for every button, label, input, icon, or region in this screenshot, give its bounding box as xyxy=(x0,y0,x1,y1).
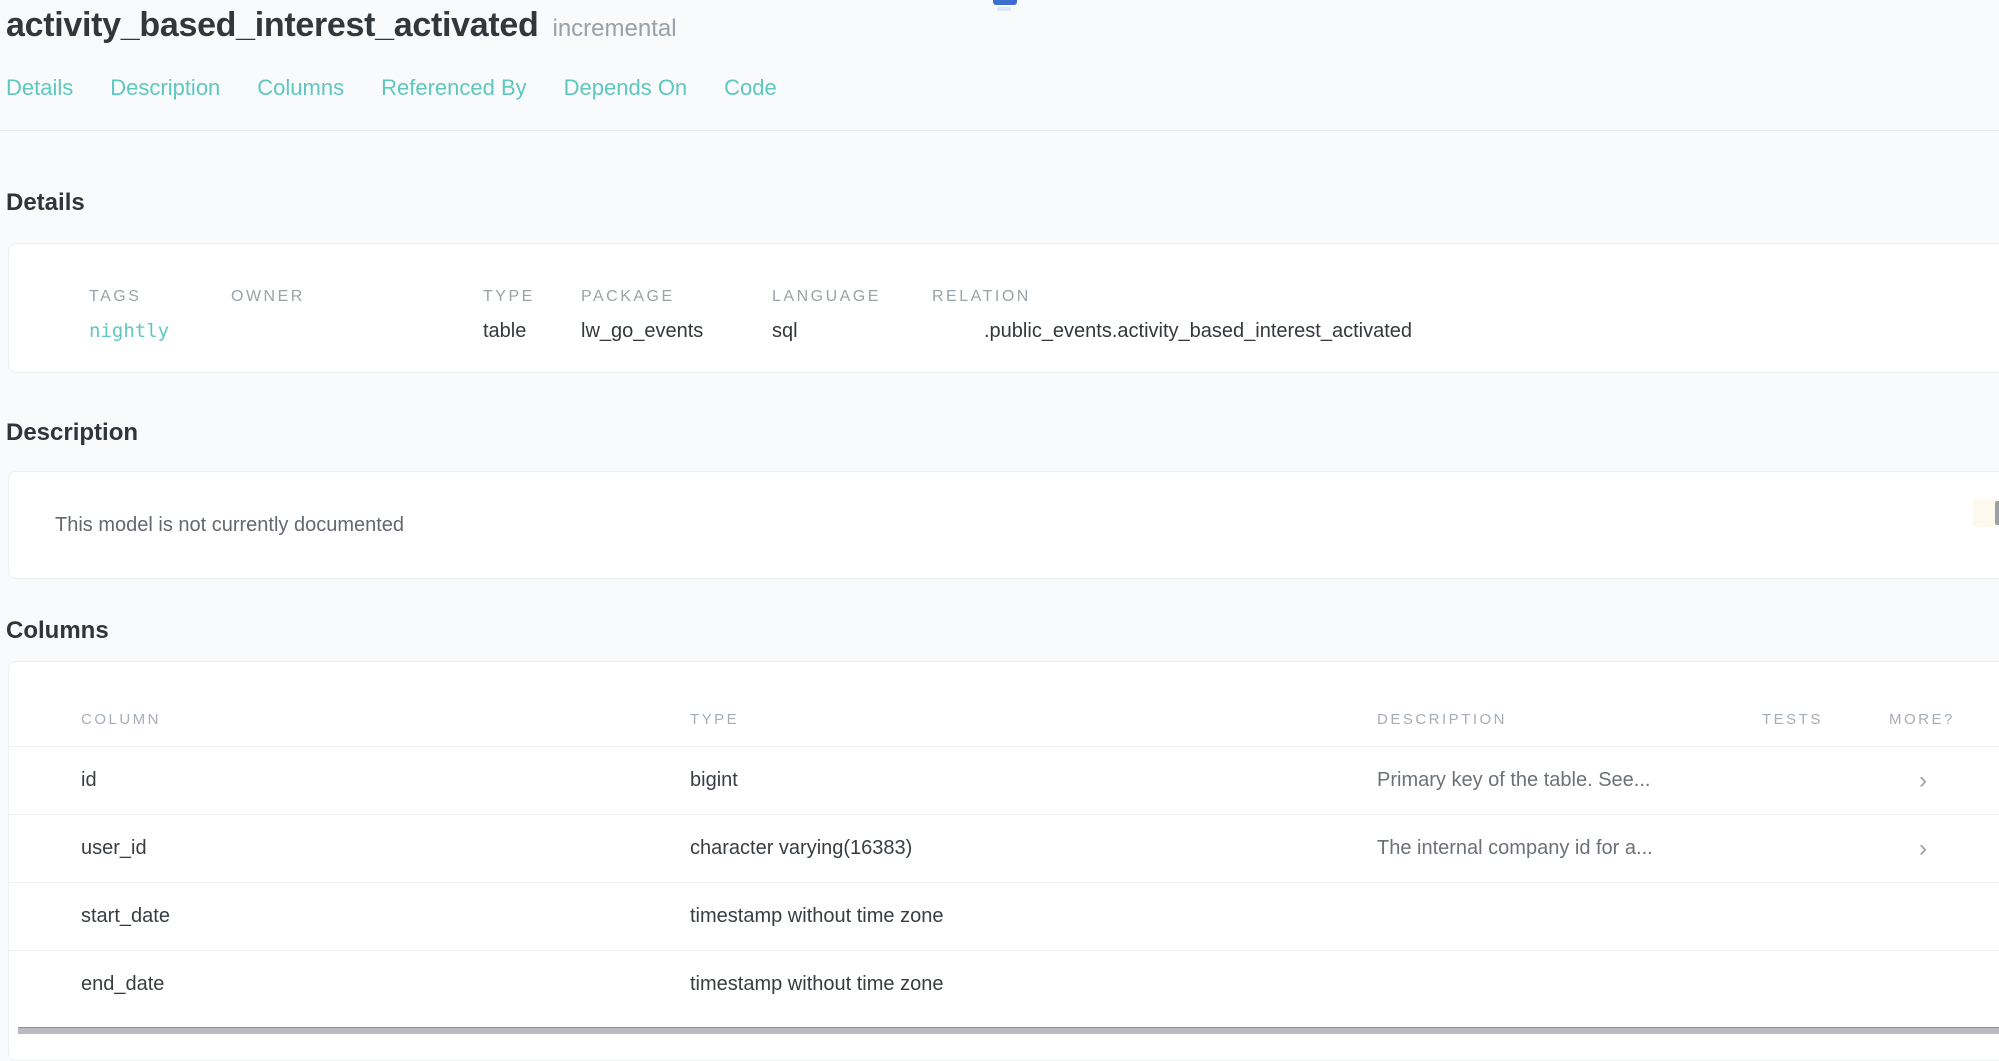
column-header-column: COLUMN xyxy=(81,710,690,730)
nav-link-details[interactable]: Details xyxy=(6,75,73,101)
tag-link-nightly[interactable]: nightly xyxy=(89,319,231,343)
clipped-link-icon[interactable] xyxy=(993,0,1017,5)
column-header-description: DESCRIPTION xyxy=(1377,710,1762,730)
nav-link-depends-on[interactable]: Depends On xyxy=(564,75,688,101)
table-row-id[interactable]: id bigint Primary key of the table. See.… xyxy=(9,746,1999,814)
materialization-badge: incremental xyxy=(553,15,677,42)
detail-label: TAGS xyxy=(89,288,231,306)
nav-link-code[interactable]: Code xyxy=(724,75,777,101)
column-header-more: MORE? xyxy=(1889,710,1999,730)
cell-column-name: start_date xyxy=(81,905,690,928)
row-expand-chevron-icon[interactable]: › xyxy=(1889,771,1999,791)
table-row-start-date[interactable]: start_date timestamp without time zone xyxy=(9,882,1999,950)
columns-card: COLUMN TYPE DESCRIPTION TESTS MORE? id b… xyxy=(8,661,1999,1061)
relation-value: .public_events.activity_based_interest_a… xyxy=(984,319,1999,343)
detail-label: RELATION xyxy=(932,288,1999,306)
nav-link-description[interactable]: Description xyxy=(110,75,220,101)
nav-link-columns[interactable]: Columns xyxy=(257,75,344,101)
detail-field-package: PACKAGE lw_go_events xyxy=(581,288,772,372)
page-title: activity_based_interest_activated xyxy=(6,6,539,44)
row-expand-chevron-icon[interactable]: › xyxy=(1889,839,1999,859)
cell-type: timestamp without time zone xyxy=(690,905,1377,928)
details-section-heading: Details xyxy=(6,189,1999,217)
detail-value: lw_go_events xyxy=(581,319,772,343)
detail-value: table xyxy=(483,319,581,343)
detail-label: PACKAGE xyxy=(581,288,772,306)
description-section-heading: Description xyxy=(6,419,1999,447)
detail-label: TYPE xyxy=(483,288,581,306)
table-row-user-id[interactable]: user_id character varying(16383) The int… xyxy=(9,814,1999,882)
window-bottom-edge xyxy=(18,1027,1999,1034)
description-card: This model is not currently documented xyxy=(8,471,1999,579)
detail-field-language: LANGUAGE sql xyxy=(772,288,932,372)
detail-value: sql xyxy=(772,319,932,343)
cell-column-name: id xyxy=(81,769,690,792)
detail-field-relation: RELATION .public_events.activity_based_i… xyxy=(932,288,1999,372)
cell-type: timestamp without time zone xyxy=(690,973,1377,996)
column-header-tests: TESTS xyxy=(1762,710,1889,730)
detail-field-tags: TAGS nightly xyxy=(89,288,231,372)
cell-description: Primary key of the table. See... xyxy=(1377,769,1762,792)
table-row-end-date[interactable]: end_date timestamp without time zone xyxy=(9,950,1999,1018)
clipped-edit-button[interactable] xyxy=(1973,499,1999,527)
nav-link-referenced-by[interactable]: Referenced By xyxy=(381,75,527,101)
details-card: TAGS nightly OWNER TYPE table PACKAGE lw… xyxy=(8,243,1999,373)
columns-table-header: COLUMN TYPE DESCRIPTION TESTS MORE? xyxy=(9,710,1999,730)
header-divider xyxy=(0,130,1999,131)
cell-column-name: user_id xyxy=(81,837,690,860)
detail-field-type: TYPE table xyxy=(483,288,581,372)
detail-label: LANGUAGE xyxy=(772,288,932,306)
cell-description: The internal company id for a... xyxy=(1377,837,1762,860)
cell-type: bigint xyxy=(690,769,1377,792)
cell-type: character varying(16383) xyxy=(690,837,1377,860)
detail-field-owner: OWNER xyxy=(231,288,483,372)
columns-section-heading: Columns xyxy=(6,617,1999,645)
column-header-type: TYPE xyxy=(690,710,1377,730)
cell-column-name: end_date xyxy=(81,973,690,996)
description-text: This model is not currently documented xyxy=(55,514,1999,537)
detail-label: OWNER xyxy=(231,288,483,306)
anchor-nav: Details Description Columns Referenced B… xyxy=(0,75,1999,101)
